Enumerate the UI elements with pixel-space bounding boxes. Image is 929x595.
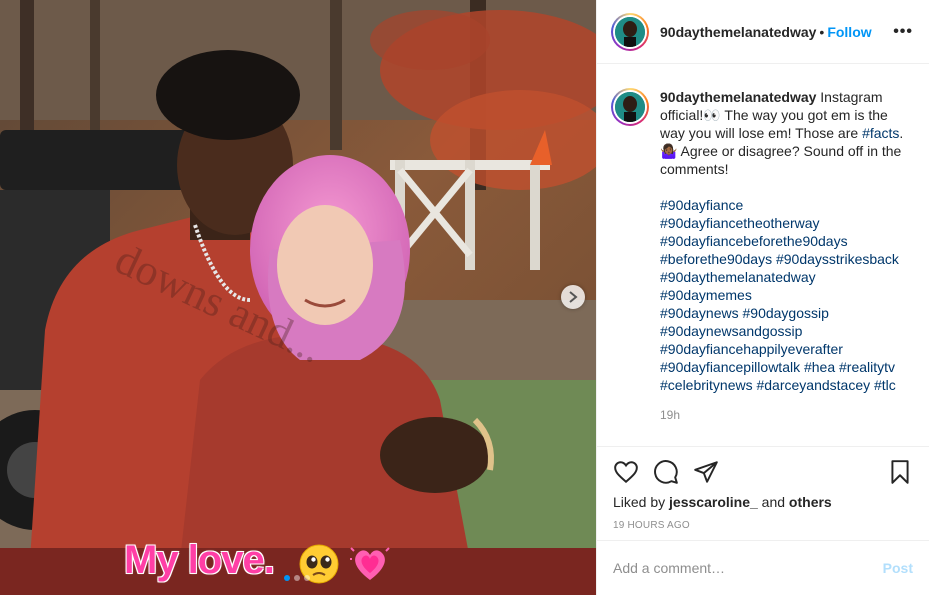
action-bar: Liked by jesscaroline_ and others 19 HOU…: [597, 446, 929, 540]
hashtag-line[interactable]: #90daynews #90daygossip: [660, 304, 915, 322]
liked-by: Liked by jesscaroline_ and others: [613, 494, 913, 510]
comment-icon[interactable]: [653, 459, 679, 485]
caption-text: 90daythemelanatedway Instagram official!…: [660, 88, 915, 178]
hashtag-link[interactable]: #facts: [862, 125, 899, 141]
heart-icon[interactable]: [613, 459, 639, 485]
action-icons: [613, 457, 913, 487]
hashtag-line[interactable]: #90daythemelanatedway: [660, 268, 915, 286]
carousel-dot: [294, 575, 300, 581]
avatar-image: [615, 16, 645, 47]
hashtag-line[interactable]: #90dayfiancepillowtalk #hea #realitytv: [660, 358, 915, 376]
share-icon[interactable]: [693, 459, 719, 485]
caption-section: 90daythemelanatedway Instagram official!…: [597, 64, 929, 446]
hashtag-list: #90dayfiance #90dayfiancetheotherway #90…: [660, 196, 915, 394]
follow-button[interactable]: Follow: [827, 24, 871, 40]
caption-avatar[interactable]: [611, 88, 649, 126]
hashtag-line[interactable]: #beforethe90days #90daysstrikesback: [660, 250, 915, 268]
couple-photo: downs and...: [0, 0, 596, 595]
liked-by-and: and: [757, 494, 789, 510]
caption-time[interactable]: 19h: [660, 406, 915, 424]
post-photo[interactable]: downs and... My love.: [0, 0, 596, 595]
separator-dot: •: [819, 23, 825, 40]
post-header: 90daythemelanatedway • Follow •••: [597, 0, 929, 64]
chevron-right-icon: [569, 291, 578, 303]
hashtag-line[interactable]: #90daynewsandgossip: [660, 322, 915, 340]
hashtag-line[interactable]: #90dayfiancebeforethe90days: [660, 232, 915, 250]
growing-heart-icon: [350, 547, 390, 580]
carousel-dot-active: [284, 575, 290, 581]
hashtag-line[interactable]: #celebritynews #darceyandstacey #tlc: [660, 376, 915, 394]
overlay-caption: My love.: [124, 538, 275, 582]
carousel-dot: [304, 575, 310, 581]
liked-by-prefix: Liked by: [613, 494, 670, 510]
bookmark-icon[interactable]: [887, 459, 913, 485]
comment-input[interactable]: [613, 560, 883, 576]
carousel-indicator: [284, 575, 310, 581]
hashtag-line[interactable]: #90dayfiance: [660, 196, 915, 214]
more-options-icon[interactable]: •••: [893, 23, 913, 41]
avatar[interactable]: [611, 12, 649, 51]
add-comment-section: Post: [597, 540, 929, 595]
instagram-post: downs and... My love. 90daythemelanatedw…: [0, 0, 929, 595]
hashtag-line[interactable]: #90daymemes: [660, 286, 915, 304]
header-username[interactable]: 90daythemelanatedway: [660, 24, 816, 40]
liked-by-others[interactable]: others: [789, 494, 832, 510]
caption-username[interactable]: 90daythemelanatedway: [660, 89, 816, 105]
hashtag-line[interactable]: #90dayfiancetheotherway: [660, 214, 915, 232]
post-sidebar: 90daythemelanatedway • Follow ••• 90dayt…: [596, 0, 929, 595]
post-comment-button[interactable]: Post: [883, 560, 913, 576]
avatar-image: [615, 92, 645, 122]
hashtag-line[interactable]: #90dayfiancehappilyeverafter: [660, 340, 915, 358]
liked-by-user[interactable]: jesscaroline_: [669, 494, 758, 510]
post-timestamp[interactable]: 19 HOURS AGO: [613, 520, 913, 531]
caption-body: 90daythemelanatedway Instagram official!…: [660, 88, 915, 446]
next-photo-button[interactable]: [561, 285, 585, 309]
